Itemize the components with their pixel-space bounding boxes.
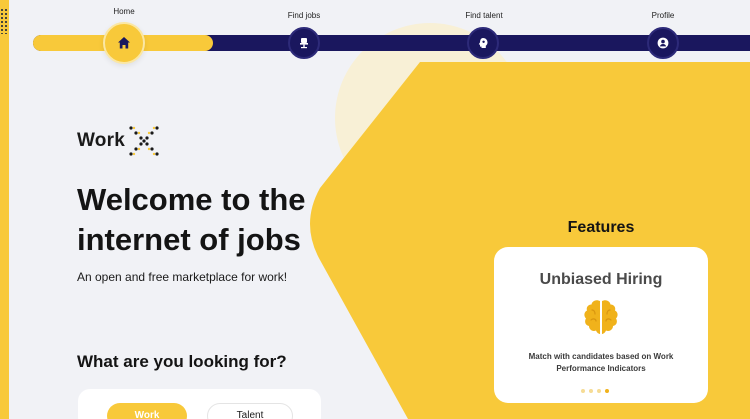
carousel-dot[interactable] bbox=[597, 389, 601, 393]
home-button[interactable] bbox=[103, 22, 145, 64]
home-icon bbox=[118, 37, 130, 49]
features-heading: Features bbox=[567, 219, 635, 236]
dot-pattern bbox=[0, 8, 9, 34]
nav-label-profile: Profile bbox=[651, 11, 675, 20]
chair-icon bbox=[300, 38, 308, 49]
feature-name: Unbiased Hiring bbox=[539, 271, 663, 288]
nav-label-find-jobs: Find jobs bbox=[287, 11, 321, 20]
nav-label-home: Home bbox=[113, 7, 135, 16]
hero-title: Welcome to the internet of jobs bbox=[77, 180, 397, 260]
carousel-dots bbox=[581, 389, 609, 393]
carousel-dot[interactable] bbox=[581, 389, 585, 393]
work-talent-toggle: Work Talent bbox=[78, 389, 321, 419]
nav-label-find-talent: Find talent bbox=[465, 11, 503, 20]
hero-title-line-1: Welcome to the bbox=[77, 182, 306, 217]
find-talent-button[interactable] bbox=[467, 27, 499, 59]
hero-subtitle: An open and free marketplace for work! bbox=[77, 270, 288, 284]
work-option-button[interactable]: Work bbox=[107, 403, 187, 419]
hero-title-line-2: internet of jobs bbox=[77, 222, 301, 257]
feature-description: Match with candidates based on Work Perf… bbox=[528, 352, 674, 373]
carousel-dot[interactable] bbox=[589, 389, 593, 393]
talent-option-button[interactable]: Talent bbox=[207, 403, 293, 419]
brand-logo[interactable]: Work bbox=[77, 124, 161, 158]
brand-name: Work bbox=[77, 130, 125, 151]
profile-button[interactable] bbox=[647, 27, 679, 59]
left-accent-bar bbox=[0, 0, 9, 419]
find-jobs-button[interactable] bbox=[288, 27, 320, 59]
x-logo-icon bbox=[129, 126, 159, 156]
feature-card[interactable]: Unbiased Hiring Match with candidates ba… bbox=[494, 247, 708, 403]
looking-for-heading: What are you looking for? bbox=[77, 352, 287, 371]
talent-head-icon bbox=[478, 38, 488, 48]
carousel-dot-active[interactable] bbox=[605, 389, 609, 393]
brain-icon bbox=[584, 300, 618, 334]
user-icon bbox=[657, 37, 669, 49]
